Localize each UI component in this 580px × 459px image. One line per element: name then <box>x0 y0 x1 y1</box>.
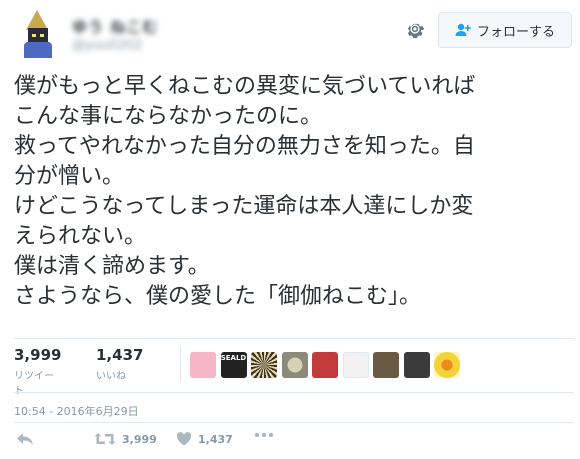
user-handle[interactable]: @yuu0202 <box>72 38 142 53</box>
gear-icon[interactable] <box>404 18 426 40</box>
retweet-action-count: 3,999 <box>122 432 157 446</box>
tweet-line: けどこうなってしまった運命は本人達にしか変 <box>14 194 474 219</box>
anime-girl-avatar[interactable] <box>312 352 338 378</box>
pattern-avatar[interactable] <box>281 352 308 378</box>
retweet-count: 3,999 <box>14 346 62 364</box>
follow-button-label: フォローする <box>476 24 555 40</box>
tweet-line: さようなら、僕の愛した「御伽ねこむ」。 <box>14 284 422 309</box>
heart-icon <box>176 432 192 446</box>
divider <box>14 392 574 393</box>
user-avatar[interactable] <box>14 10 62 58</box>
divider <box>14 338 574 339</box>
reply-icon <box>17 433 33 445</box>
avatar-hat <box>26 10 48 30</box>
tweet-line: 僕は清く諦めます。 <box>14 254 210 279</box>
flower-avatar[interactable] <box>434 352 460 378</box>
tweet-line: 分が憎い。 <box>14 164 125 189</box>
character-avatar[interactable] <box>403 352 430 378</box>
tweet-header: ゆう ねこむ @yuu0202 フォローする <box>0 0 580 64</box>
more-icon <box>254 432 274 438</box>
pink-girl-avatar[interactable] <box>190 352 216 378</box>
avatar-robe <box>24 42 52 58</box>
person-avatar[interactable] <box>373 352 399 378</box>
tweet-line: 救ってやれなかった自分の無力さを知った。自 <box>14 134 475 159</box>
tweet-line: 僕がもっと早くねこむの異変に気づいていれば <box>14 74 476 99</box>
retweet-stat[interactable]: 3,999 リツイート <box>14 346 61 397</box>
like-action-count: 1,437 <box>198 432 233 446</box>
stats-separator <box>180 346 181 382</box>
tweet-line: こんな事にならなかったのに。 <box>14 104 323 129</box>
like-button[interactable]: 1,437 <box>176 432 233 446</box>
dark-logo-avatar[interactable]: SEALD <box>220 352 247 378</box>
display-name[interactable]: ゆう ねこむ <box>72 16 158 37</box>
more-button[interactable] <box>254 432 274 438</box>
follow-button[interactable]: フォローする <box>438 12 572 48</box>
tweet-text: 僕がもっと早くねこむの異変に気づいていれば こんな事にならなかったのに。 救って… <box>14 72 574 312</box>
text-avatar[interactable] <box>342 352 369 378</box>
liker-logo-text: SEALD <box>220 354 247 362</box>
like-label: いいね <box>96 371 126 382</box>
add-user-icon <box>455 23 471 36</box>
sunburst-avatar[interactable] <box>251 352 277 378</box>
like-stat[interactable]: 1,437 いいね <box>96 346 143 382</box>
divider <box>14 422 574 423</box>
like-count: 1,437 <box>96 346 144 364</box>
tweet-timestamp[interactable]: 10:54 - 2016年6月29日 <box>14 403 139 419</box>
tweet-line: えられない。 <box>14 224 147 249</box>
retweet-button[interactable]: 3,999 <box>94 432 157 446</box>
avatar-eye <box>40 34 44 37</box>
reply-button[interactable] <box>16 432 34 446</box>
avatar-eye <box>32 34 36 37</box>
retweet-icon <box>94 433 116 445</box>
tweet-actions: 3,999 1,437 <box>14 432 314 454</box>
